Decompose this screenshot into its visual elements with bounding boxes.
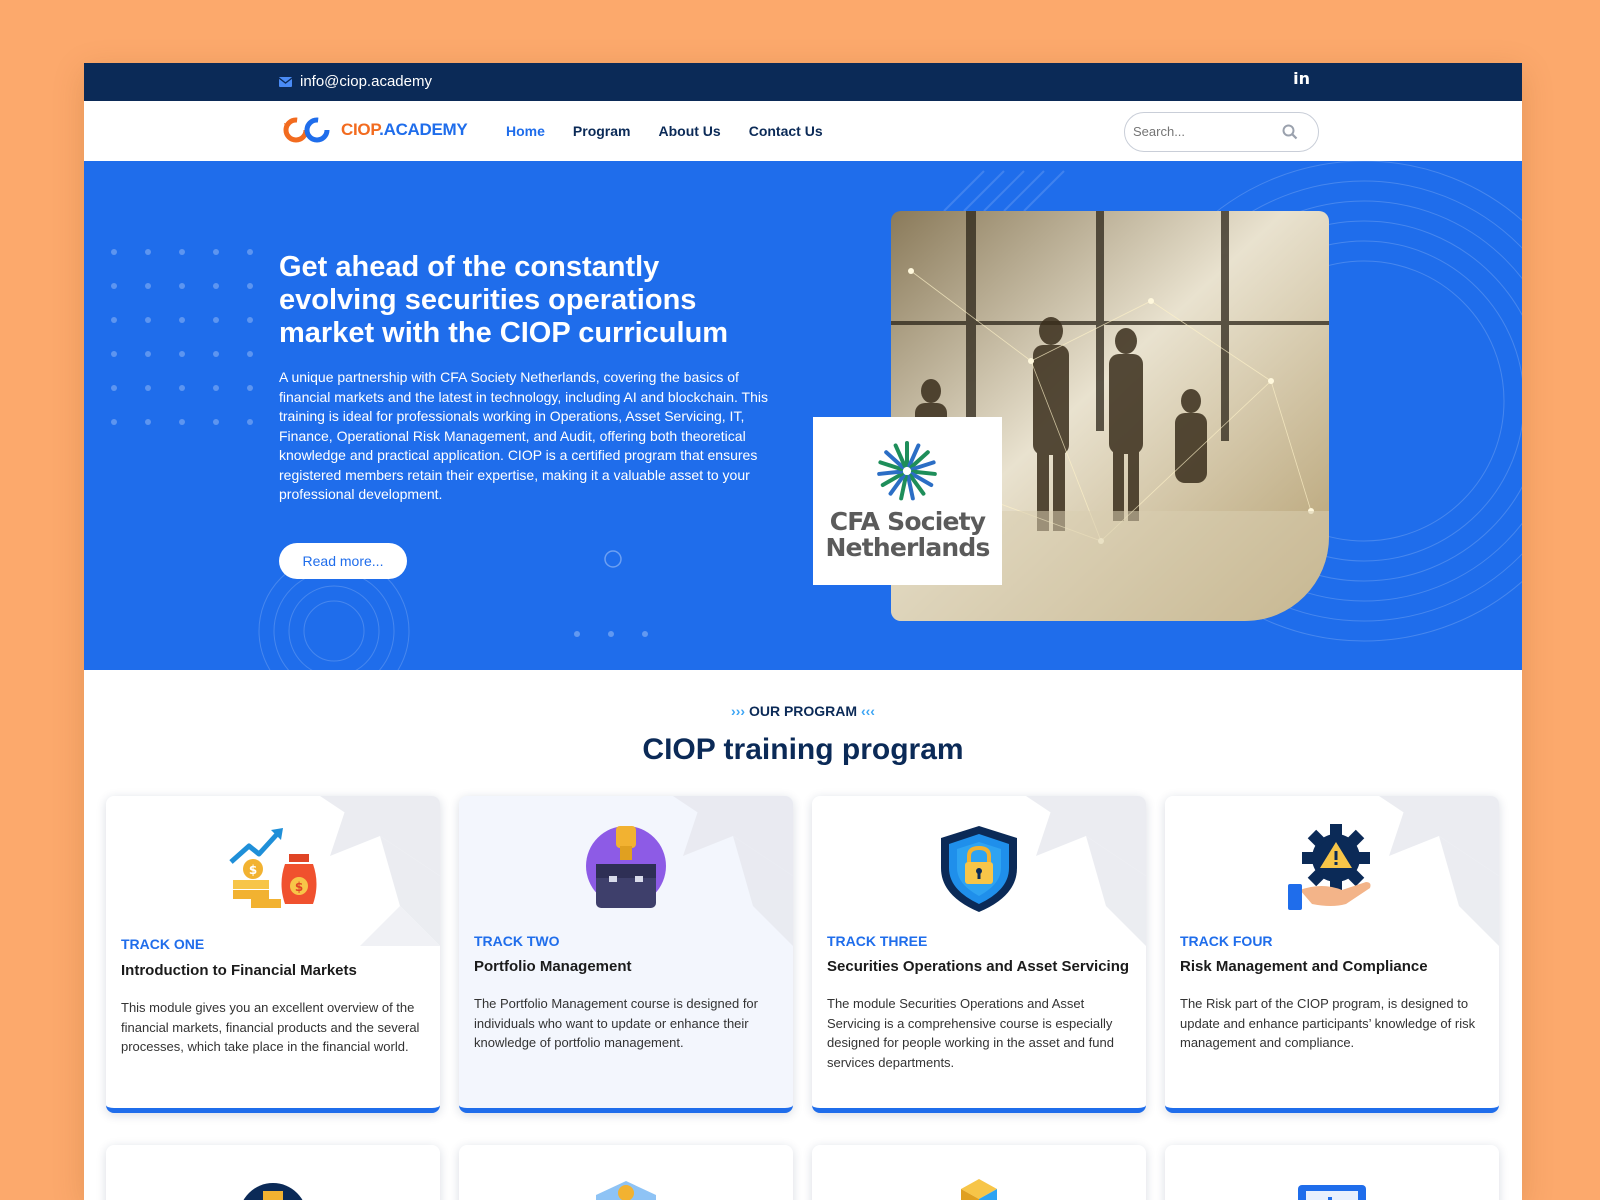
partial-card-icon [1298,1185,1366,1200]
main-nav: CIOP.ACADEMY Home Program About Us Conta… [84,101,1522,161]
search-box [1124,112,1319,152]
nav-home[interactable]: Home [506,123,545,139]
logo-text-ciop: CIOP [341,120,380,139]
hero-title: Get ahead of the constantly evolving sec… [279,251,729,349]
search-icon[interactable] [1282,124,1298,140]
card-description: The Portfolio Management course is desig… [474,996,758,1050]
partial-card-icon [961,1179,997,1200]
hero-description: A unique partnership with CFA Society Ne… [279,369,768,502]
logo-mark-icon [283,117,330,143]
card-title: Securities Operations and Asset Servicin… [827,958,1130,975]
card-title: Portfolio Management [474,958,632,975]
program-card-track-two[interactable]: TRACK TWO Portfolio Management The Portf… [459,796,793,1113]
svg-text:$: $ [295,880,303,894]
search-input[interactable] [1133,124,1273,139]
card-track-label: TRACK TWO [474,933,560,949]
cfa-society-logo: CFA Society Netherlands [813,417,1002,585]
dot-grid-decoration [111,249,253,425]
program-card-track-one[interactable]: $ $ TRACK ONE Introduction to Financial … [106,796,440,1113]
program-card-track-three[interactable]: TRACK THREE Securities Operations and As… [812,796,1146,1113]
logo[interactable]: CIOP.ACADEMY [281,115,468,145]
eyebrow-arrows-right: ‹‹‹ [860,703,875,719]
section-eyebrow: ››› OUR PROGRAM ‹‹‹ [84,703,1522,719]
program-card-row2-2[interactable] [459,1145,793,1200]
nav-menu: Home Program About Us Contact Us [506,123,823,139]
card-description: The Risk part of the CIOP program, is de… [1180,996,1476,1050]
partial-card-icon [243,1183,303,1200]
card-description: This module gives you an excellent overv… [121,1000,420,1054]
read-more-button[interactable]: Read more... [279,543,407,579]
money-growth-icon: $ $ [229,828,317,908]
svg-text:$: $ [249,863,257,877]
card-description: The module Securities Operations and Ass… [827,996,1114,1070]
logo-text: CIOP.ACADEMY [341,120,468,140]
shield-lock-icon [941,826,1017,912]
eyebrow-arrows-left: ››› [731,703,746,719]
email-link[interactable]: info@ciop.academy [279,73,432,90]
logo-text-academy: .ACADEMY [379,120,468,139]
section-title: CIOP training program [642,733,964,766]
nav-about-us[interactable]: About Us [658,123,720,139]
email-text: info@ciop.academy [300,73,432,90]
browser-frame: info@ciop.academy in CIOP.ACADEMY Home P… [84,63,1522,1200]
top-bar: info@ciop.academy in [84,63,1522,101]
linkedin-icon[interactable]: in [1293,69,1310,88]
cfa-society-name: CFA Society Netherlands [813,509,1002,561]
program-card-row2-3[interactable] [812,1145,1146,1200]
cfa-name-line1: CFA Society [829,507,986,536]
cfa-star-icon [877,441,937,501]
program-card-track-four[interactable]: TRACK FOUR Risk Management and Complianc… [1165,796,1499,1113]
eyebrow-text: OUR PROGRAM [748,703,858,719]
briefcase-icon [586,826,666,908]
program-card-row2-1[interactable] [106,1145,440,1200]
nav-program[interactable]: Program [573,123,631,139]
card-track-label: TRACK ONE [121,936,205,952]
hero-section: Get ahead of the constantly evolving sec… [84,161,1522,670]
cfa-name-line2: Netherlands [825,533,990,562]
nav-contact-us[interactable]: Contact Us [749,123,823,139]
envelope-icon [279,76,292,87]
card-track-label: TRACK THREE [827,933,928,949]
card-title: Risk Management and Compliance [1180,958,1428,975]
partial-card-icon [596,1181,656,1200]
card-title: Introduction to Financial Markets [121,962,357,979]
program-card-row2-4[interactable] [1165,1145,1499,1200]
card-track-label: TRACK FOUR [1180,933,1273,949]
gear-warning-icon [1288,824,1371,910]
